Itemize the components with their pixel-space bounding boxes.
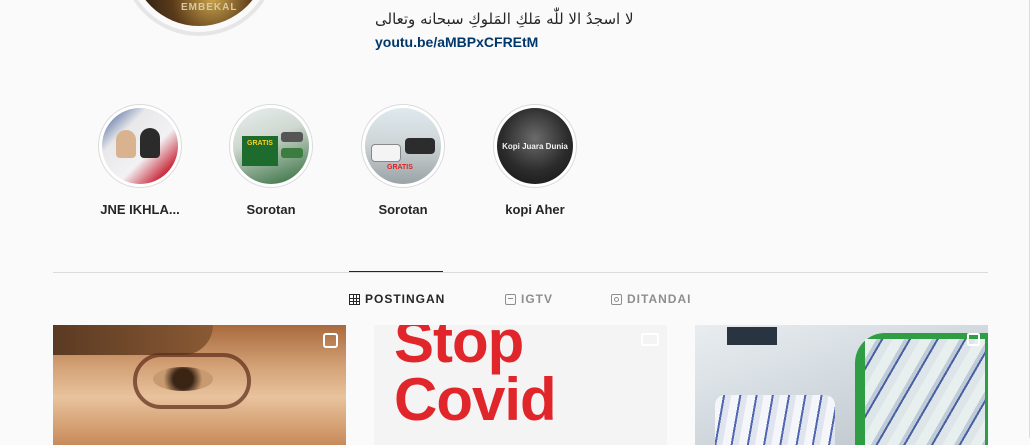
igtv-badge-icon (323, 333, 338, 348)
highlight-ring[interactable] (98, 104, 182, 188)
highlight-cover (102, 108, 178, 184)
profile-photo-text: EMBEKAL (181, 2, 238, 13)
post-thumbnail-1[interactable] (53, 325, 346, 445)
profile-avatar[interactable]: EMBEKAL (121, 0, 277, 36)
tab-label: IGTV (521, 292, 554, 306)
highlight-ring[interactable]: GRATIS (229, 104, 313, 188)
tagged-icon (611, 293, 622, 305)
post-thumbnail-2[interactable]: Stop Covid (374, 325, 667, 445)
highlight-cover-text: Kopi Juara Dunia (502, 142, 568, 151)
post-thumbnail-3[interactable] (695, 325, 988, 445)
story-highlight-2[interactable]: GRATIS Sorotan (221, 104, 321, 217)
carousel-badge-icon (967, 333, 980, 346)
tab-label: POSTINGAN (365, 292, 446, 306)
post-text-line2: Covid (394, 366, 557, 433)
story-highlight-3[interactable]: GRATIS Sorotan (353, 104, 453, 217)
highlight-cover-text: GRATIS (387, 164, 413, 171)
highlight-label: kopi Aher (505, 202, 565, 217)
highlight-ring[interactable]: GRATIS (361, 104, 445, 188)
video-badge-icon (641, 333, 659, 346)
highlight-label: Sorotan (378, 202, 428, 217)
bio-text: لا اسجدُ الا للّٰه مَلكِ المَلوكِ سبحانه… (375, 10, 634, 28)
highlight-cover: GRATIS (233, 108, 309, 184)
highlight-cover: Kopi Juara Dunia (497, 108, 573, 184)
story-highlight-4[interactable]: Kopi Juara Dunia kopi Aher (485, 104, 585, 217)
highlight-ring[interactable]: Kopi Juara Dunia (493, 104, 577, 188)
tab-tagged[interactable]: DITANDAI (611, 292, 691, 306)
grid-icon (349, 293, 360, 305)
tabs-divider (53, 272, 988, 273)
highlight-cover-text: GRATIS (247, 140, 273, 147)
tab-label: DITANDAI (627, 292, 692, 306)
bio-link[interactable]: youtu.be/aMBPxCFREtM (375, 34, 538, 50)
highlight-label: JNE IKHLA... (100, 202, 180, 217)
igtv-icon (505, 293, 516, 305)
tab-posts[interactable]: POSTINGAN (349, 292, 445, 306)
active-tab-indicator (349, 271, 443, 272)
highlight-cover: GRATIS (365, 108, 441, 184)
story-highlight-1[interactable]: JNE IKHLA... (90, 104, 190, 217)
tab-igtv[interactable]: IGTV (505, 292, 553, 306)
highlight-label: Sorotan (246, 202, 296, 217)
